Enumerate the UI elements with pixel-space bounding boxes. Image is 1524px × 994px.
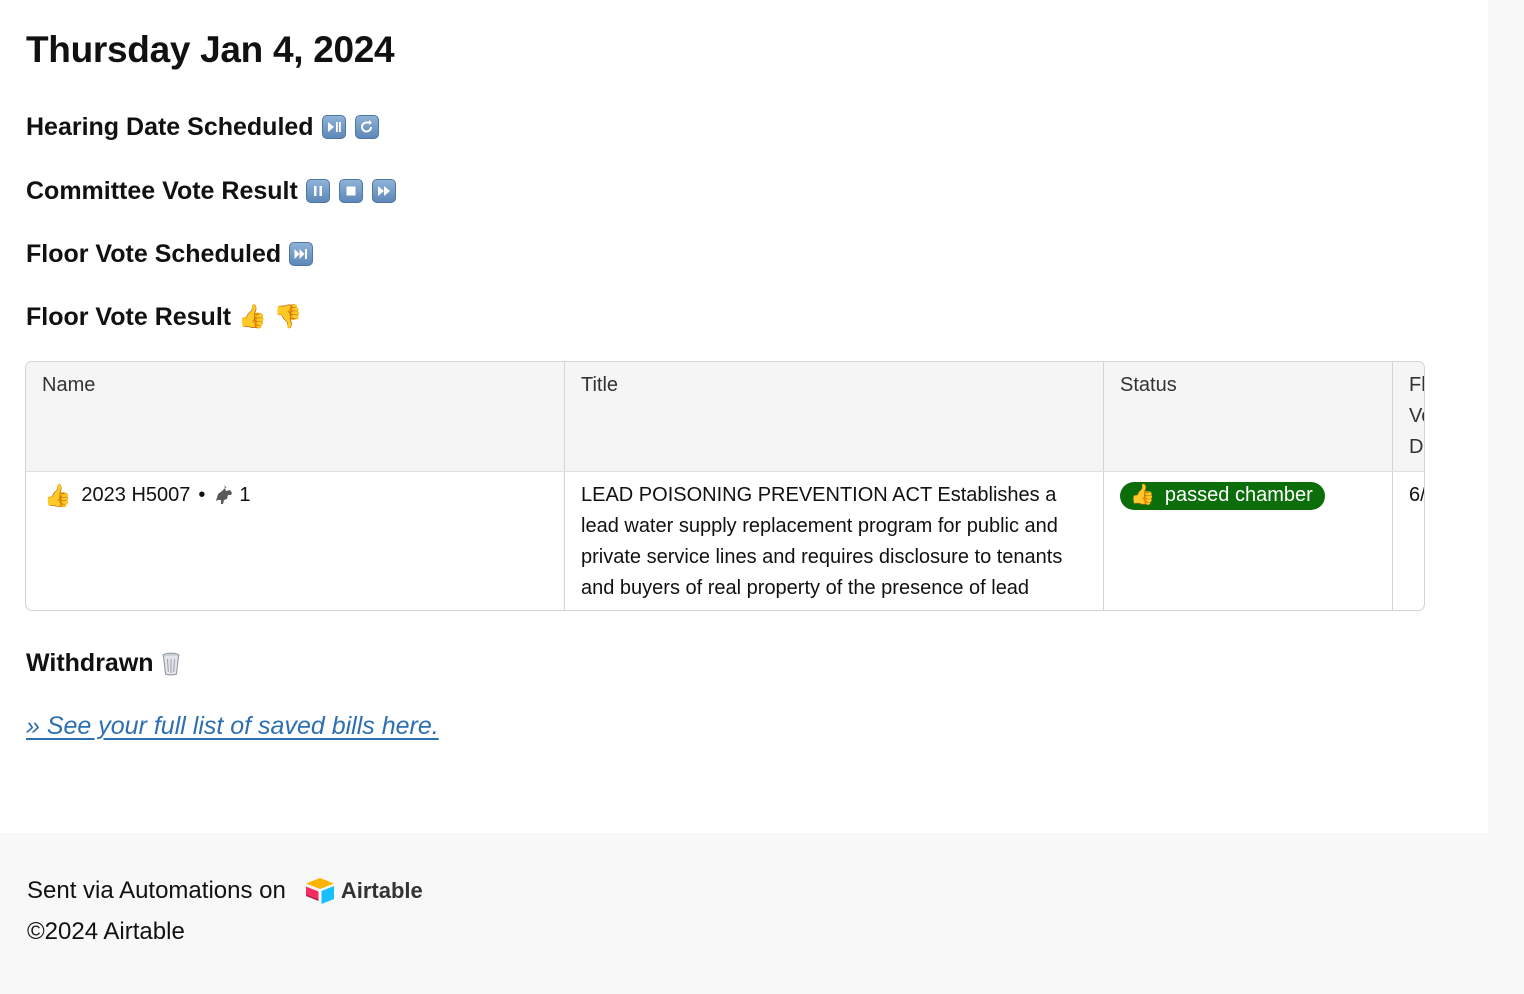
stop-icon [338,179,363,203]
table-row[interactable]: 👍 2023 H5007 • 1 LEAD POISONING PREVENTI… [26,471,1425,610]
section-label: Hearing Date Scheduled [26,113,314,141]
fast-forward-icon [371,179,396,203]
section-floor-vote-result: Floor Vote Result 👍 👎 [26,300,302,334]
column-header-floor-vote-date: Floor Vote Date [1392,362,1424,472]
trash-can-icon [162,651,180,676]
next-track-icon [289,242,314,266]
bill-count: 1 [239,484,251,506]
thumbs-up-icon: 👍 [44,483,72,508]
thumbs-down-icon: 👎 [273,304,303,330]
status-label: passed chamber [1164,484,1313,506]
footer: Sent via Automations on Airtable ©2024 A… [27,870,423,952]
airtable-logo[interactable]: Airtable [304,870,423,911]
email-body: Thursday Jan 4, 2024 Hearing Date Schedu… [0,0,1488,833]
pause-icon [305,179,330,203]
cell-name: 👍 2023 H5007 • 1 [26,471,565,610]
cell-floor-vote-date: 6/15/2023 [1409,484,1425,506]
footer-copyright: ©2024 Airtable [27,918,185,945]
separator-dot: • [198,484,206,506]
footer-sent-via: Sent via Automations on [27,877,286,904]
saved-bills-link[interactable]: » See your full list of saved bills here… [26,710,439,742]
status-badge: 👍 passed chamber [1120,481,1325,510]
section-label: Withdrawn [26,649,154,677]
cell-status: 👍 passed chamber [1103,471,1393,610]
play-pause-icon [321,115,346,139]
section-label: Committee Vote Result [26,177,298,205]
table-header-row: Name Title Status Floor Vote Date [26,362,1424,472]
thumbs-up-icon: 👍 [238,304,267,330]
column-header-status: Status [1103,362,1393,472]
page-title: Thursday Jan 4, 2024 [26,29,395,70]
column-header-name: Name [26,362,565,472]
section-committee-vote-result: Committee Vote Result [26,174,396,208]
repeat-icon [354,115,379,139]
airtable-logo-text: Airtable [340,878,423,903]
right-gutter [1488,0,1524,833]
section-hearing-date-scheduled: Hearing Date Scheduled [26,110,379,144]
section-label: Floor Vote Result [26,303,232,331]
footer-sent-via-line: Sent via Automations on Airtable [27,870,423,911]
section-floor-vote-scheduled: Floor Vote Scheduled [26,237,314,271]
thumbs-up-icon: 👍 [1130,484,1155,506]
column-header-title: Title [564,362,1104,472]
airtable-logo-icon [305,877,334,904]
bill-name: 2023 H5007 [81,484,191,506]
section-label: Floor Vote Scheduled [26,240,282,268]
cell-title: LEAD POISONING PREVENTION ACT Establishe… [564,471,1104,610]
bills-table: Name Title Status Floor Vote Date 👍 2023… [25,361,1425,611]
email-page: Thursday Jan 4, 2024 Hearing Date Schedu… [0,0,1524,994]
donkey-icon [213,485,235,507]
section-withdrawn: Withdrawn [26,646,180,680]
